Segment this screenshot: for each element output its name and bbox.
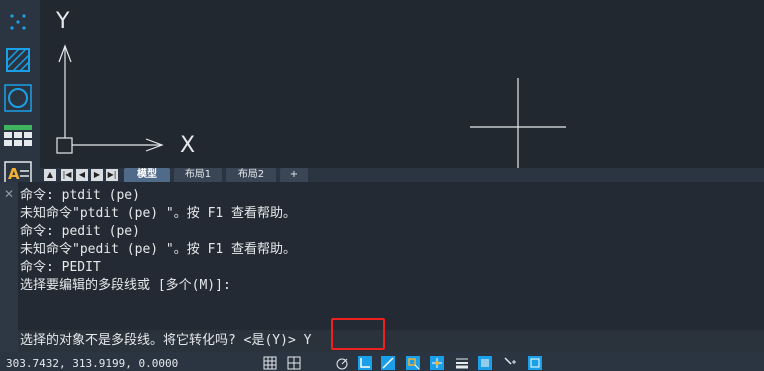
left-toolbar: A xyxy=(0,0,40,190)
command-prompt: 选择的对象不是多段线。将它转化吗? <是(Y)> Y xyxy=(20,333,312,348)
tab-first-button[interactable]: |◀ xyxy=(61,169,73,181)
command-history-line: 选择要编辑的多段线或 [多个(M)]: xyxy=(20,278,231,293)
tab-last-button[interactable]: ▶| xyxy=(106,169,118,181)
command-history-line: 未知命令"pedit (pe) "。按 F1 查看帮助。 xyxy=(20,242,297,257)
tab-layout2[interactable]: 布局2 xyxy=(226,168,276,182)
tab-layout1[interactable]: 布局1 xyxy=(174,168,222,182)
close-icon[interactable]: ✕ xyxy=(4,187,14,201)
svg-text:A: A xyxy=(8,165,20,183)
tab-add[interactable]: + xyxy=(280,168,308,182)
y-axis-label: Y xyxy=(56,9,70,34)
layout-tab-bar: ▲ |◀ ◀ ▶ ▶| 模型 布局1 布局2 + xyxy=(40,168,764,182)
otrack-icon[interactable] xyxy=(430,356,444,370)
x-axis-label: X xyxy=(180,133,196,158)
selection-cycling-icon[interactable] xyxy=(503,356,517,370)
point-icon[interactable] xyxy=(3,8,33,36)
command-history-line: 命令: ptdit (pe) xyxy=(20,188,140,203)
tab-prev-button[interactable]: ◀ xyxy=(76,169,88,181)
command-input[interactable]: 选择的对象不是多段线。将它转化吗? <是(Y)> Y xyxy=(18,330,764,352)
tab-model[interactable]: 模型 xyxy=(124,168,170,182)
hatch-icon[interactable] xyxy=(3,46,33,74)
dynamic-input-icon[interactable] xyxy=(335,356,349,370)
highlight-box xyxy=(331,318,385,350)
command-history-line: 命令: PEDIT xyxy=(20,260,101,275)
grid-icon[interactable] xyxy=(263,356,277,370)
tab-scroll-up-button[interactable]: ▲ xyxy=(44,169,56,181)
circle-icon[interactable] xyxy=(3,84,33,112)
polar-icon[interactable] xyxy=(381,356,395,370)
command-history-line: 命令: pedit (pe) xyxy=(20,224,140,239)
ortho-icon[interactable] xyxy=(358,356,372,370)
lineweight-icon[interactable] xyxy=(455,356,469,370)
coordinate-readout: 303.7432, 313.9199, 0.0000 xyxy=(6,357,179,370)
drawing-canvas[interactable]: Y X xyxy=(40,0,764,168)
tab-next-button[interactable]: ▶ xyxy=(91,169,103,181)
annotation-icon[interactable] xyxy=(528,356,542,370)
table-icon[interactable] xyxy=(3,122,33,150)
command-history-line: 未知命令"ptdit (pe) "。按 F1 查看帮助。 xyxy=(20,206,297,221)
snap-icon[interactable] xyxy=(287,356,301,370)
osnap-icon[interactable] xyxy=(406,356,420,370)
status-bar: 303.7432, 313.9199, 0.0000 xyxy=(0,352,764,371)
command-window-grip[interactable]: ✕ xyxy=(0,182,18,352)
transparency-icon[interactable] xyxy=(478,356,492,370)
ucs-and-crosshair xyxy=(56,44,566,168)
